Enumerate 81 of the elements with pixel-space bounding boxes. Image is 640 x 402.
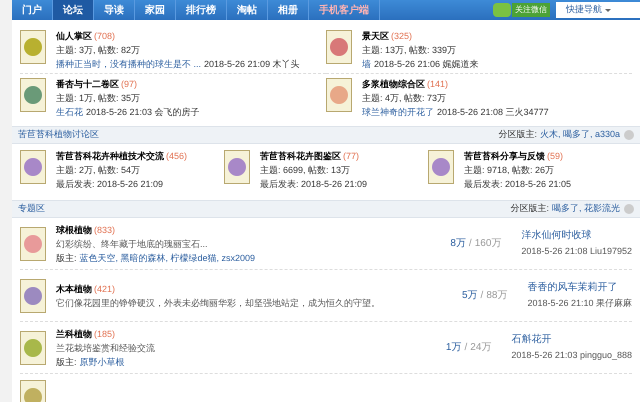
last-post-link[interactable]: 石斛花开 [511, 334, 632, 346]
separator: / [464, 341, 468, 355]
moderators-link[interactable]: 原野小草根 [80, 356, 125, 368]
post-count: (97) [121, 78, 138, 90]
nav-tab[interactable]: 论坛 [53, 0, 94, 20]
forum-stats: 主题: 13万, 帖数: 339万 [362, 44, 458, 56]
post-total: 88万 [486, 289, 508, 303]
post-count: (833) [94, 224, 116, 236]
collapse-icon[interactable] [624, 204, 634, 214]
forum-title[interactable]: 多浆植物综合区 [362, 78, 425, 90]
forum-description: 它们像花园里的铮铮硬汉，外表未必绚丽华彩，却坚强地站定，成为恒久的守望。 [56, 296, 381, 308]
forum-title[interactable]: 仙人掌区 [56, 30, 92, 42]
photo-placeholder [326, 30, 352, 64]
post-count: (456) [166, 150, 188, 162]
last-post-link[interactable]: 球兰神奇的开花了 [362, 106, 434, 118]
last-post-time: 2018-5-26 21:09 木丫头 [204, 58, 300, 70]
caret-icon [605, 8, 611, 12]
forum-title[interactable]: 兰科植物 [56, 328, 92, 340]
last-post-time: 2018-5-26 21:08 三火34777 [437, 106, 549, 118]
forum-stats: 主题: 1万, 帖数: 35万 [56, 92, 142, 104]
last-post-time: 2018-5-26 21:06 娓娓道来 [374, 58, 479, 70]
forum-stats: 主题: 6699, 帖数: 13万 [260, 164, 352, 176]
forum-description: 幻彩缤纷、终年藏于地底的瑰丽宝石... [56, 238, 209, 250]
last-post-link[interactable]: 墙 [362, 58, 371, 70]
last-post-link[interactable]: 生石花 [56, 106, 83, 118]
post-count: (421) [94, 282, 116, 294]
last-post-link[interactable]: 香香的风车茉莉开了 [527, 282, 632, 294]
topic-count: 1万 [446, 341, 462, 355]
forum-stats: 主题: 3万, 帖数: 82万 [56, 44, 142, 56]
post-count: (59) [547, 150, 564, 162]
post-count: (185) [94, 328, 116, 340]
moderators-label: 分区版主: [510, 202, 549, 216]
last-post-link[interactable]: 洋水仙何时收球 [521, 230, 632, 242]
post-count: (141) [427, 78, 448, 90]
forum-title[interactable]: 球根植物 [56, 224, 92, 236]
section-title[interactable]: 专题区 [18, 202, 45, 216]
last-post-time: 最后发表: 2018-5-26 21:09 [260, 178, 368, 190]
forum-stats: 主题: 2万, 帖数: 54万 [56, 164, 142, 176]
post-count: (325) [391, 30, 412, 42]
forum-title[interactable]: 景天区 [362, 30, 389, 42]
forum-stats: 主题: 4万, 帖数: 73万 [362, 92, 448, 104]
last-post-time: 2018-5-26 21:10 果仔麻麻 [527, 297, 632, 309]
moderators-label: 版主: [56, 356, 77, 368]
post-count: (77) [343, 150, 360, 162]
topic-count: 8万 [450, 237, 466, 251]
collapse-icon[interactable] [624, 130, 634, 140]
last-post-time: 最后发表: 2018-5-26 21:05 [464, 178, 572, 190]
forum-title[interactable]: 番杏与十二卷区 [56, 78, 119, 90]
forum-stats: 主题: 9718, 帖数: 26万 [464, 164, 556, 176]
moderators-link[interactable]: 火木, 喝多了, a330a [540, 128, 620, 142]
forum-title[interactable]: 苦苣苔科花卉种植技术交流 [56, 150, 164, 162]
moderators-label: 分区版主: [498, 128, 537, 142]
photo-placeholder [20, 30, 46, 64]
photo-placeholder [20, 278, 46, 312]
moderators-link[interactable]: 喝多了, 花影流光 [552, 202, 620, 216]
last-post-time: 最后发表: 2018-5-26 21:09 [56, 178, 164, 190]
forum-title[interactable]: 苦苣苔科分享与反馈 [464, 150, 545, 162]
photo-placeholder [326, 78, 352, 112]
separator: / [480, 289, 484, 303]
moderators-link[interactable]: 蓝色天空, 黑暗的森林, 柠檬绿de猫, zsx2009 [80, 252, 256, 264]
moderators-label: 版主: [56, 252, 77, 264]
photo-placeholder [20, 78, 46, 112]
photo-placeholder [20, 330, 46, 364]
section-title[interactable]: 苦苣苔科植物讨论区 [18, 128, 99, 142]
separator: / [468, 237, 472, 251]
photo-placeholder [20, 226, 46, 260]
forum-description: 兰花栽培鉴赏和经验交流 [56, 342, 156, 354]
forum-title[interactable]: 苦苣苔科花卉图鉴区 [260, 150, 341, 162]
quick-nav-dropdown[interactable]: 快捷导航 [556, 2, 640, 18]
last-post-time: 2018-5-26 21:03 pingguo_888 [511, 349, 632, 361]
last-post-time: 2018-5-26 21:08 Liu197952 [521, 245, 632, 257]
photo-placeholder [20, 150, 46, 184]
last-post-time: 2018-5-26 21:03 会飞的房子 [86, 106, 200, 118]
photo-placeholder [428, 150, 454, 184]
post-total: 160万 [474, 237, 502, 251]
forum-title[interactable]: 木本植物 [56, 282, 92, 294]
last-post-link[interactable]: 播种正当时，没有播种的球生是不 ... [56, 58, 202, 70]
topic-count: 5万 [462, 289, 478, 303]
post-count: (708) [94, 30, 116, 42]
post-total: 24万 [470, 341, 492, 355]
photo-placeholder [224, 150, 250, 184]
